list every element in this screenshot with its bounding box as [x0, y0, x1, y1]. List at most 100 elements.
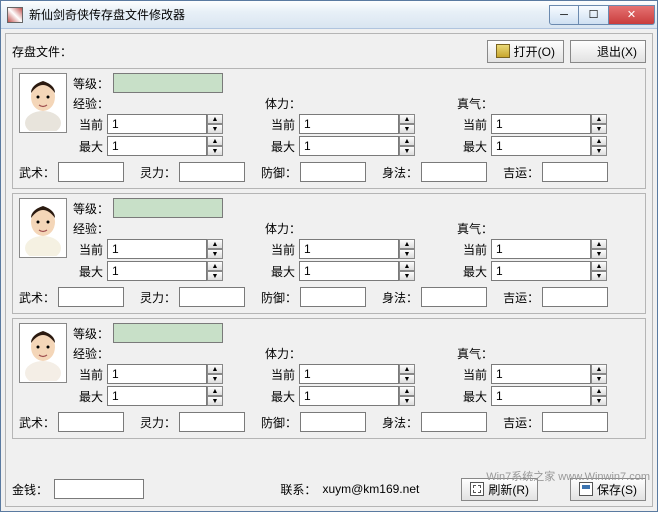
spin-up[interactable]: ▲ — [591, 386, 607, 396]
refresh-icon — [470, 482, 484, 496]
shenfa-input[interactable] — [421, 412, 487, 432]
spin-up[interactable]: ▲ — [591, 114, 607, 124]
spin-down[interactable]: ▼ — [591, 146, 607, 156]
lingli-input[interactable] — [179, 412, 245, 432]
wushu-label: 武术： — [19, 164, 55, 181]
number-input[interactable] — [299, 136, 399, 156]
spin-input: ▲▼ — [107, 239, 223, 259]
spin-input: ▲▼ — [107, 136, 223, 156]
spin-down[interactable]: ▼ — [207, 146, 223, 156]
spin-up[interactable]: ▲ — [399, 136, 415, 146]
fangyu-input[interactable] — [300, 287, 366, 307]
wushu-input[interactable] — [58, 162, 124, 182]
close-button[interactable]: ✕ — [609, 5, 655, 25]
wushu-input[interactable] — [58, 412, 124, 432]
top-row: 存盘文件： 打开(O) 退出(X) — [12, 38, 646, 64]
spin-up[interactable]: ▲ — [207, 136, 223, 146]
fangyu-input[interactable] — [300, 412, 366, 432]
spin-down[interactable]: ▼ — [591, 124, 607, 134]
number-input[interactable] — [107, 136, 207, 156]
spin-up[interactable]: ▲ — [591, 239, 607, 249]
refresh-button[interactable]: 刷新(R) — [461, 478, 538, 501]
level-field — [113, 198, 223, 218]
spin-up[interactable]: ▲ — [207, 114, 223, 124]
spin-input: ▲▼ — [299, 239, 415, 259]
number-input[interactable] — [491, 364, 591, 384]
spin-down[interactable]: ▼ — [591, 396, 607, 406]
spin-up[interactable]: ▲ — [399, 239, 415, 249]
spin-up[interactable]: ▲ — [399, 261, 415, 271]
number-input[interactable] — [491, 386, 591, 406]
hp-label: 体力： — [265, 95, 301, 112]
number-input[interactable] — [491, 239, 591, 259]
spin-down[interactable]: ▼ — [591, 249, 607, 259]
spin-down[interactable]: ▼ — [207, 374, 223, 384]
spin-down[interactable]: ▼ — [399, 271, 415, 281]
spin-up[interactable]: ▲ — [207, 386, 223, 396]
lingli-label: 灵力： — [140, 289, 176, 306]
spin-input: ▲▼ — [107, 261, 223, 281]
number-input[interactable] — [491, 114, 591, 134]
spin-input: ▲▼ — [107, 364, 223, 384]
spin-down[interactable]: ▼ — [399, 374, 415, 384]
spin-down[interactable]: ▼ — [207, 396, 223, 406]
exit-button[interactable]: 退出(X) — [570, 40, 646, 63]
number-input[interactable] — [299, 364, 399, 384]
save-button[interactable]: 保存(S) — [570, 478, 646, 501]
spin-up[interactable]: ▲ — [399, 114, 415, 124]
jiyun-input[interactable] — [542, 287, 608, 307]
spin-up[interactable]: ▲ — [591, 364, 607, 374]
wushu-label: 武术： — [19, 414, 55, 431]
spin-down[interactable]: ▼ — [591, 374, 607, 384]
exp-label: 经验： — [73, 345, 109, 362]
spin-up[interactable]: ▲ — [207, 239, 223, 249]
money-input[interactable] — [54, 479, 144, 499]
number-input[interactable] — [107, 261, 207, 281]
spin-down[interactable]: ▼ — [207, 271, 223, 281]
shenfa-input[interactable] — [421, 162, 487, 182]
fangyu-input[interactable] — [300, 162, 366, 182]
number-input[interactable] — [491, 261, 591, 281]
spin-up[interactable]: ▲ — [207, 364, 223, 374]
number-input[interactable] — [107, 386, 207, 406]
number-input[interactable] — [299, 114, 399, 134]
wushu-input[interactable] — [58, 287, 124, 307]
number-input[interactable] — [107, 239, 207, 259]
spin-input: ▲▼ — [107, 114, 223, 134]
spin-up[interactable]: ▲ — [207, 261, 223, 271]
client-area: 存盘文件： 打开(O) 退出(X) 等级： 经验： 当前▲▼ 最大▲▼ 体力： … — [1, 29, 657, 511]
fangyu-label: 防御： — [261, 289, 297, 306]
number-input[interactable] — [491, 136, 591, 156]
bottom-row: 金钱： 联系： xuym@km169.net 刷新(R) 保存(S) — [12, 476, 646, 502]
spin-input: ▲▼ — [299, 364, 415, 384]
spin-up[interactable]: ▲ — [399, 386, 415, 396]
shenfa-input[interactable] — [421, 287, 487, 307]
portrait-1 — [19, 198, 67, 258]
jiyun-input[interactable] — [542, 162, 608, 182]
number-input[interactable] — [107, 364, 207, 384]
shenfa-label: 身法： — [382, 164, 418, 181]
hp-label: 体力： — [265, 345, 301, 362]
spin-down[interactable]: ▼ — [207, 124, 223, 134]
spin-down[interactable]: ▼ — [207, 249, 223, 259]
lingli-input[interactable] — [179, 162, 245, 182]
number-input[interactable] — [107, 114, 207, 134]
spin-down[interactable]: ▼ — [399, 249, 415, 259]
spin-input: ▲▼ — [299, 261, 415, 281]
spin-down[interactable]: ▼ — [399, 124, 415, 134]
spin-down[interactable]: ▼ — [399, 396, 415, 406]
spin-down[interactable]: ▼ — [591, 271, 607, 281]
number-input[interactable] — [299, 239, 399, 259]
maximize-button[interactable]: ☐ — [579, 5, 609, 25]
hp-label: 体力： — [265, 220, 301, 237]
spin-up[interactable]: ▲ — [399, 364, 415, 374]
spin-up[interactable]: ▲ — [591, 261, 607, 271]
number-input[interactable] — [299, 386, 399, 406]
jiyun-input[interactable] — [542, 412, 608, 432]
spin-down[interactable]: ▼ — [399, 146, 415, 156]
number-input[interactable] — [299, 261, 399, 281]
lingli-input[interactable] — [179, 287, 245, 307]
open-button[interactable]: 打开(O) — [487, 40, 564, 63]
minimize-button[interactable]: ─ — [549, 5, 579, 25]
spin-up[interactable]: ▲ — [591, 136, 607, 146]
